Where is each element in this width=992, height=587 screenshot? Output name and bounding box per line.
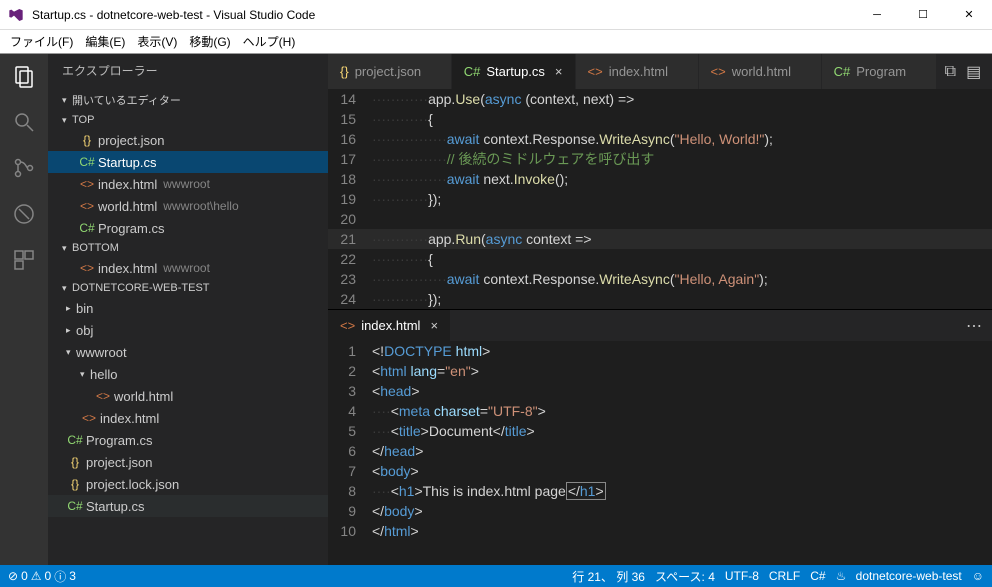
chevron-icon: ▾	[80, 369, 90, 380]
sidebar-item[interactable]: C#Startup.cs	[48, 151, 328, 173]
info-icon: ⓘ	[54, 568, 66, 585]
tab-index-html[interactable]: <> index.html ×	[328, 310, 451, 342]
sidebar-title: エクスプローラー	[48, 54, 328, 89]
file-icon: <>	[78, 261, 96, 275]
file-icon: C#	[78, 155, 96, 169]
error-icon: ⊘	[8, 569, 18, 583]
sidebar-item[interactable]: {}project.json	[48, 129, 328, 151]
tab[interactable]: <>index.html×	[576, 54, 699, 89]
tree-file[interactable]: <>index.html	[48, 407, 328, 429]
chevron-icon: ▸	[66, 303, 76, 314]
file-icon: {}	[78, 133, 96, 147]
file-icon: C#	[66, 433, 84, 447]
chevron-icon: ▾	[66, 347, 76, 358]
tree-folder[interactable]: ▾hello	[48, 363, 328, 385]
status-live-server[interactable]: ♨ dotnetcore-web-test	[836, 569, 962, 583]
sidebar-item[interactable]: <>world.htmlwwwroot\hello	[48, 195, 328, 217]
close-icon[interactable]: ×	[430, 318, 438, 333]
file-icon: C#	[464, 64, 481, 79]
layout-icon[interactable]: ▤	[966, 62, 981, 82]
menu-view[interactable]: 表示(V)	[131, 30, 183, 53]
status-encoding[interactable]: UTF-8	[725, 569, 759, 583]
section-top[interactable]: ▾TOP	[48, 111, 328, 129]
status-problems[interactable]: ⊘0 ⚠0 ⓘ3	[8, 568, 76, 585]
tree-file[interactable]: C#Startup.cs	[48, 495, 328, 517]
flame-icon: ♨	[836, 569, 847, 583]
source-control-icon[interactable]	[10, 154, 38, 182]
section-bottom[interactable]: ▾BOTTOM	[48, 239, 328, 257]
activitybar	[0, 54, 48, 565]
sidebar-item[interactable]: <>index.htmlwwwroot	[48, 257, 328, 279]
sidebar: エクスプローラー ▾開いているエディター ▾TOP {}project.json…	[48, 54, 328, 565]
vscode-icon	[8, 7, 24, 23]
search-icon[interactable]	[10, 108, 38, 136]
titlebar: Startup.cs - dotnetcore-web-test - Visua…	[0, 0, 992, 30]
tab[interactable]: C#Program×	[822, 54, 937, 89]
tree-folder[interactable]: ▾wwwroot	[48, 341, 328, 363]
extensions-icon[interactable]	[10, 246, 38, 274]
file-icon: C#	[78, 221, 96, 235]
file-icon: <>	[711, 64, 726, 79]
status-feedback-icon[interactable]: ☺	[972, 569, 984, 583]
statusbar: ⊘0 ⚠0 ⓘ3 行 21、 列 36 スペース: 4 UTF-8 CRLF C…	[0, 565, 992, 587]
tree-folder[interactable]: ▸bin	[48, 297, 328, 319]
warning-icon: ⚠	[31, 569, 42, 583]
chevron-icon: ▸	[66, 325, 76, 336]
tree-file[interactable]: <>world.html	[48, 385, 328, 407]
file-icon: <>	[78, 177, 96, 191]
explorer-icon[interactable]	[10, 62, 38, 90]
file-icon: C#	[66, 499, 84, 513]
menu-help[interactable]: ヘルプ(H)	[237, 30, 302, 53]
editor-startup-cs[interactable]: 14············app.Use(async (context, ne…	[328, 89, 992, 309]
html-icon: <>	[340, 318, 355, 333]
tab[interactable]: C#Startup.cs×	[452, 54, 576, 89]
tree-file[interactable]: C#Program.cs	[48, 429, 328, 451]
tree-file[interactable]: {}project.json	[48, 451, 328, 473]
section-project[interactable]: ▾DOTNETCORE-WEB-TEST	[48, 279, 328, 297]
tree-folder[interactable]: ▸obj	[48, 319, 328, 341]
sidebar-item[interactable]: <>index.htmlwwwroot	[48, 173, 328, 195]
file-icon: C#	[834, 64, 851, 79]
tabbar-bottom: <> index.html × ⋯	[328, 309, 992, 341]
file-icon: {}	[340, 64, 349, 79]
status-language[interactable]: C#	[810, 569, 825, 583]
menubar: ファイル(F) 編集(E) 表示(V) 移動(G) ヘルプ(H)	[0, 30, 992, 54]
close-button[interactable]: ✕	[946, 0, 992, 30]
maximize-button[interactable]: ☐	[900, 0, 946, 30]
debug-icon[interactable]	[10, 200, 38, 228]
tab[interactable]: {}project.json×	[328, 54, 452, 89]
sidebar-item[interactable]: C#Program.cs	[48, 217, 328, 239]
window-title: Startup.cs - dotnetcore-web-test - Visua…	[32, 8, 854, 22]
status-eol[interactable]: CRLF	[769, 569, 800, 583]
close-icon[interactable]: ×	[555, 64, 563, 79]
editor-actions-icon[interactable]: ⋯	[956, 316, 992, 336]
status-spaces[interactable]: スペース: 4	[655, 568, 715, 585]
editor-index-html[interactable]: 1<!DOCTYPE html>2<html lang="en">3<head>…	[328, 341, 992, 565]
file-icon: <>	[588, 64, 603, 79]
tree-file[interactable]: {}project.lock.json	[48, 473, 328, 495]
minimize-button[interactable]: ─	[854, 0, 900, 30]
menu-file[interactable]: ファイル(F)	[4, 30, 79, 53]
tabbar-top: {}project.json×C#Startup.cs×<>index.html…	[328, 54, 992, 89]
file-icon: <>	[78, 199, 96, 213]
section-open-editors[interactable]: ▾開いているエディター	[48, 89, 328, 111]
status-linecol[interactable]: 行 21、 列 36	[572, 568, 645, 585]
split-editor-icon[interactable]: ⧉	[945, 63, 956, 81]
tab[interactable]: <>world.html×	[699, 54, 822, 89]
file-icon: {}	[66, 455, 84, 469]
file-icon: <>	[80, 411, 98, 425]
file-icon: {}	[66, 477, 84, 491]
file-icon: <>	[94, 389, 112, 403]
editor-group: {}project.json×C#Startup.cs×<>index.html…	[328, 54, 992, 565]
menu-edit[interactable]: 編集(E)	[79, 30, 131, 53]
menu-go[interactable]: 移動(G)	[183, 30, 236, 53]
